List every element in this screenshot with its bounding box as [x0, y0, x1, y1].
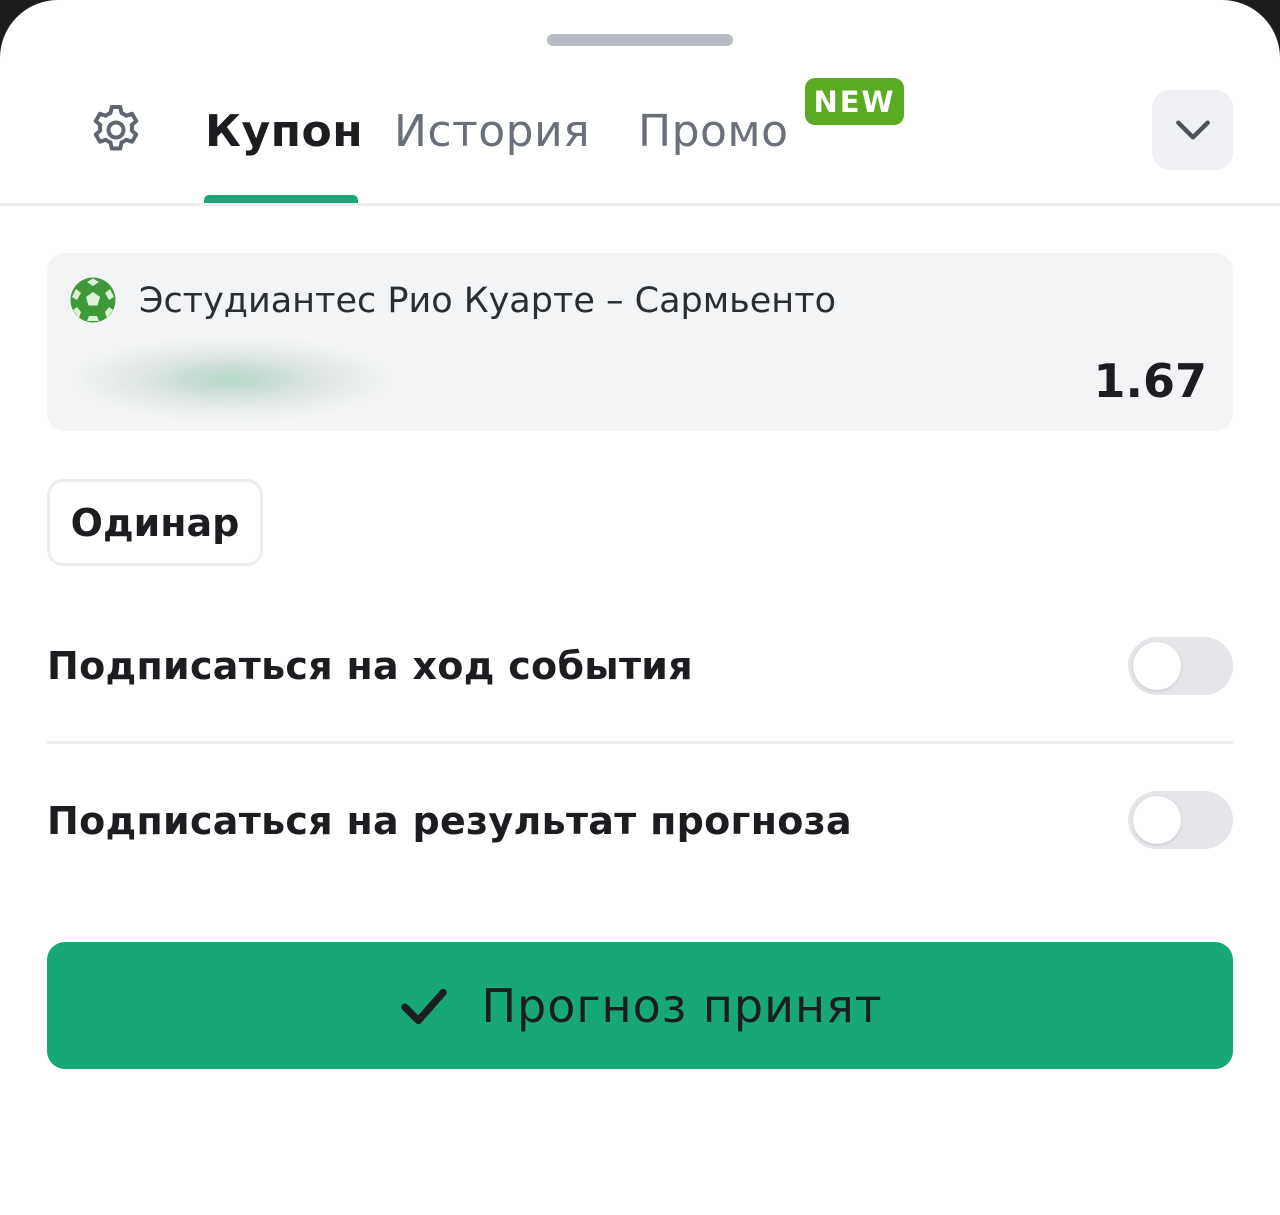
bet-accepted-button[interactable]: Прогноз принят [47, 942, 1233, 1069]
event-card[interactable]: Эстудиантес Рио Куарте – Сармьенто 1.67 [47, 253, 1233, 431]
chevron-down-icon [1175, 120, 1210, 140]
subscribe-result-toggle[interactable] [1128, 791, 1233, 849]
settings-divider [47, 741, 1233, 744]
coupon-sheet: Купон История Промо NEW Эстудиантес Рио … [0, 0, 1280, 1215]
event-odds: 1.67 [1093, 354, 1208, 408]
bet-accepted-label: Прогноз принят [481, 978, 883, 1033]
tabs-divider [0, 203, 1280, 206]
subscribe-result-label: Подписаться на результат прогноза [47, 799, 852, 843]
new-badge: NEW [805, 78, 904, 125]
checkmark-icon [401, 988, 448, 1024]
tab-promo[interactable]: Промо [638, 104, 789, 160]
subscribe-event-toggle[interactable] [1128, 637, 1233, 695]
blurred-market-name [77, 339, 397, 419]
sheet-drag-handle[interactable] [547, 34, 733, 46]
collapse-button[interactable] [1152, 90, 1233, 170]
bet-type-single-button[interactable]: Одинар [47, 479, 263, 566]
toggle-knob [1133, 796, 1181, 844]
event-title: Эстудиантес Рио Куарте – Сармьенто [139, 281, 836, 321]
tab-coupon[interactable]: Купон [205, 104, 363, 160]
soccer-ball-icon [70, 277, 116, 323]
subscribe-event-label: Подписаться на ход события [47, 644, 693, 688]
gear-icon [93, 105, 139, 151]
toggle-knob [1133, 642, 1181, 690]
settings-button[interactable] [84, 98, 148, 162]
tab-history[interactable]: История [394, 104, 590, 160]
